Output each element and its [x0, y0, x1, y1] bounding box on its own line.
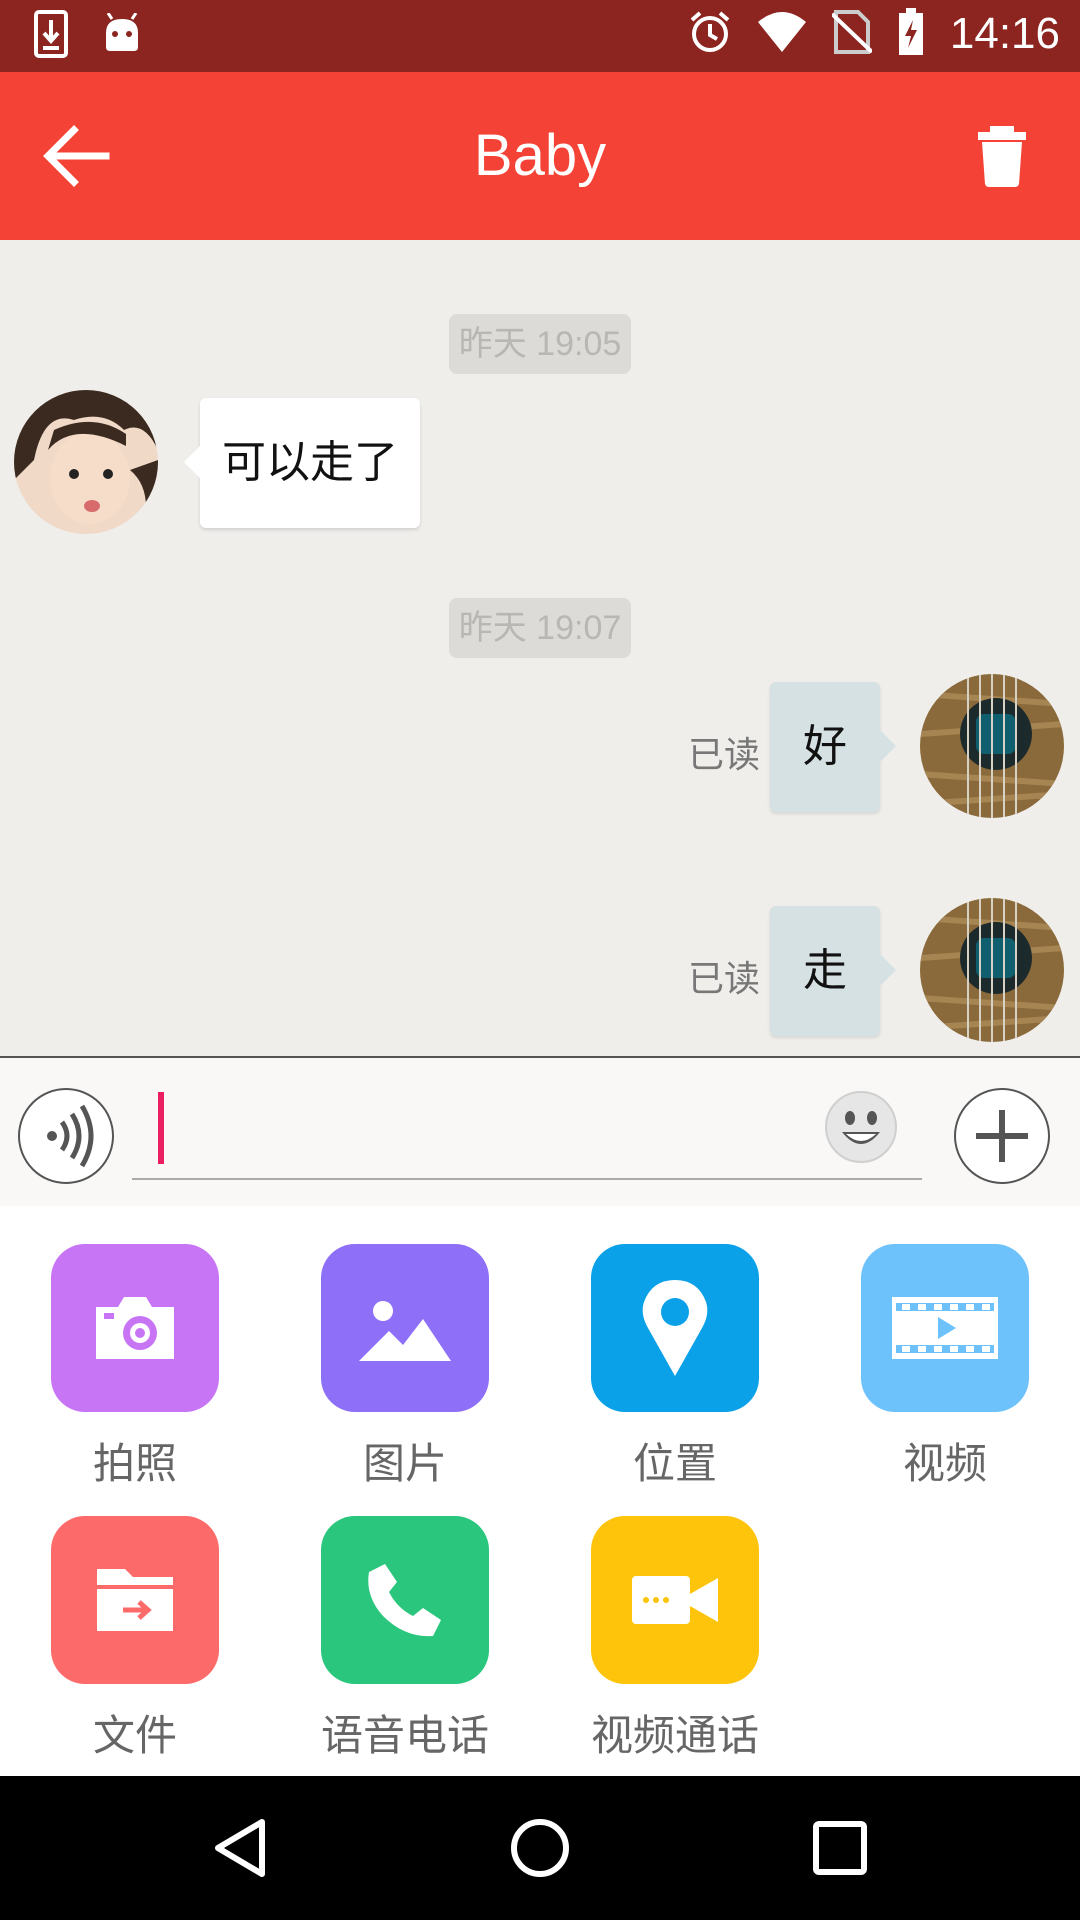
- video-call-icon: [591, 1516, 759, 1684]
- delete-button[interactable]: [972, 124, 1032, 188]
- location-icon: [591, 1244, 759, 1412]
- message-bubble-incoming[interactable]: 可以走了: [184, 398, 420, 528]
- tool-camera[interactable]: 拍照: [15, 1244, 255, 1491]
- tool-video-call[interactable]: 视频通话: [555, 1516, 795, 1763]
- folder-icon: [51, 1516, 219, 1684]
- image-icon: [321, 1244, 489, 1412]
- camera-icon: [51, 1244, 219, 1412]
- android-icon: [102, 12, 142, 59]
- tool-label: 拍照: [92, 1439, 177, 1488]
- phone-icon: [321, 1516, 489, 1684]
- read-status: 已读: [687, 735, 760, 776]
- voice-icon: [47, 1104, 94, 1168]
- tool-label: 视频通话: [590, 1711, 759, 1760]
- status-time: 14:16: [949, 9, 1060, 58]
- app-bar: Baby: [0, 72, 1080, 240]
- status-bar: 14:16: [0, 0, 1080, 72]
- square-recents-icon: [813, 1821, 867, 1875]
- tool-video[interactable]: 视频: [825, 1244, 1065, 1491]
- text-cursor: [158, 1092, 164, 1164]
- chat-title: Baby: [473, 123, 607, 188]
- contact-avatar[interactable]: [14, 390, 158, 534]
- nav-recents-button[interactable]: [804, 1812, 876, 1884]
- tool-label: 图片: [362, 1439, 447, 1488]
- plus-icon: [976, 1110, 1028, 1162]
- alarm-icon: [688, 10, 732, 58]
- tool-label: 语音电话: [320, 1711, 489, 1760]
- battery-charging-icon: [898, 8, 924, 60]
- download-icon: [34, 10, 68, 62]
- my-avatar[interactable]: [920, 898, 1064, 1042]
- chat-screen: 14:16 Baby 昨天 19:05 可以走了 昨天 19:07 已读 好 已…: [0, 0, 1080, 1920]
- tool-label: 文件: [92, 1711, 177, 1760]
- no-sim-icon: [830, 10, 874, 58]
- trash-icon: [978, 126, 1026, 187]
- my-avatar[interactable]: [920, 674, 1064, 818]
- input-bar: [0, 1056, 1080, 1208]
- wifi-icon: [757, 12, 806, 56]
- circle-home-icon: [511, 1819, 569, 1877]
- tool-label: 位置: [632, 1439, 717, 1488]
- message-bubble-outgoing[interactable]: 走: [770, 906, 896, 1036]
- message-timestamp: 昨天 19:05: [449, 314, 631, 374]
- tool-label: 视频: [902, 1439, 987, 1488]
- nav-back-button[interactable]: [204, 1812, 276, 1884]
- more-button[interactable]: [954, 1088, 1050, 1184]
- nav-home-button[interactable]: [504, 1812, 576, 1884]
- tool-location[interactable]: 位置: [555, 1244, 795, 1491]
- message-list[interactable]: 昨天 19:05 可以走了 昨天 19:07 已读 好 已读 走: [0, 240, 1080, 1056]
- tool-image[interactable]: 图片: [285, 1244, 525, 1491]
- navigation-bar: [0, 1776, 1080, 1920]
- emoji-icon: [825, 1091, 897, 1163]
- tool-voice-call[interactable]: 语音电话: [285, 1516, 525, 1763]
- attachment-panel: 拍照 图片 位置 视频 文件 语音电话 视频通话: [0, 1206, 1080, 1776]
- emoji-button[interactable]: [824, 1090, 898, 1164]
- message-bubble-outgoing[interactable]: 好: [770, 682, 896, 812]
- film-icon: [861, 1244, 1029, 1412]
- triangle-back-icon: [215, 1819, 265, 1877]
- message-timestamp: 昨天 19:07: [449, 598, 631, 658]
- tool-file[interactable]: 文件: [15, 1516, 255, 1763]
- read-status: 已读: [687, 959, 760, 1000]
- voice-button[interactable]: [18, 1088, 114, 1184]
- message-input[interactable]: [132, 1082, 922, 1180]
